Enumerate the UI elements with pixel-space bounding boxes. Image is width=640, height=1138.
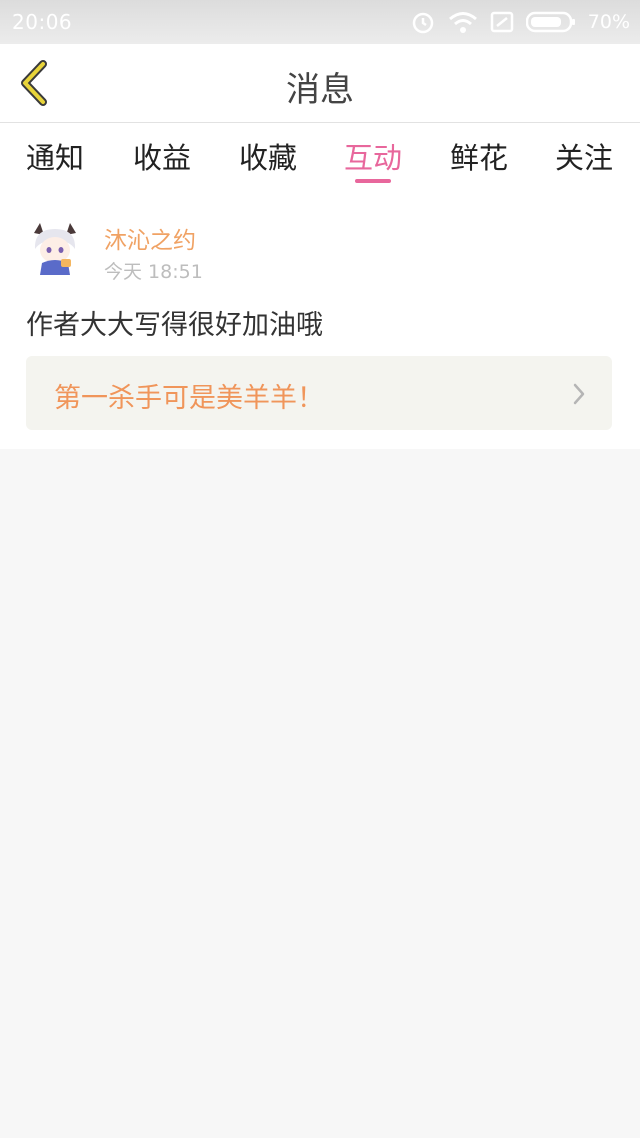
comment-text: 作者大大写得很好加油哦 [26,310,323,341]
tab-flowers[interactable]: 鲜花 [450,135,508,177]
status-bar: 20:06 70% [0,0,640,44]
tab-favorites[interactable]: 收藏 [239,135,297,177]
active-tab-indicator [355,179,391,183]
timestamp: 今天 18:51 [104,261,203,283]
tab-interactions[interactable]: 互动 [344,135,402,177]
message-card: 沐沁之约 今天 18:51 作者大大写得很好加油哦 第一杀手可是美羊羊！ [0,187,640,449]
tab-earnings[interactable]: 收益 [133,135,191,177]
sim-icon [490,11,514,33]
status-icons: 70% [410,8,630,36]
user-name[interactable]: 沐沁之约 [104,221,196,255]
battery-icon [525,11,575,33]
wifi-icon [448,12,477,33]
page-title: 消息 [286,70,354,110]
quoted-post-link[interactable]: 第一杀手可是美羊羊！ [26,356,612,430]
tab-notifications[interactable]: 通知 [26,135,84,177]
app-header: 消息 [0,44,640,123]
tab-follows[interactable]: 关注 [555,135,613,177]
avatar-image [27,220,83,276]
avatar[interactable] [26,219,84,277]
tab-bar: 通知 收益 收藏 互动 鲜花 关注 [0,123,640,187]
chevron-right-icon [573,383,585,405]
status-time: 20:06 [12,10,73,34]
battery-percent: 70% [587,11,630,33]
alarm-icon [412,12,434,34]
quoted-post-text: 第一杀手可是美羊羊！ [54,383,324,414]
